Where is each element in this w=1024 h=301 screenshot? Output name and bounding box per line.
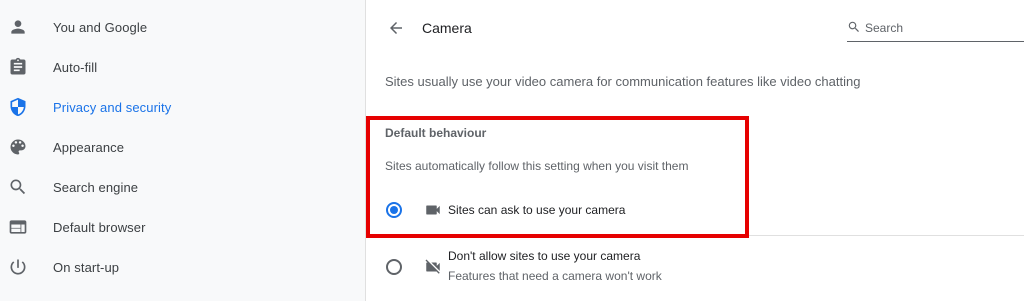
sidebar-item-you-and-google[interactable]: You and Google: [0, 7, 366, 47]
arrow-back-icon: [387, 19, 405, 37]
sidebar-item-label: On start-up: [53, 259, 120, 275]
palette-icon: [8, 137, 28, 157]
divider: [366, 235, 1024, 236]
sidebar: You and Google Auto-fill Privacy and sec…: [0, 0, 366, 301]
option-allow-ask[interactable]: Sites can ask to use your camera: [366, 198, 1024, 222]
page-title: Camera: [422, 20, 472, 36]
main-panel: Camera Sites usually use your video came…: [366, 0, 1024, 301]
sidebar-item-label: Auto-fill: [53, 59, 98, 75]
radio-button-allow[interactable]: [386, 202, 402, 218]
search-icon: [847, 20, 861, 34]
sidebar-item-auto-fill[interactable]: Auto-fill: [0, 47, 366, 87]
search-box[interactable]: [847, 18, 1024, 42]
option-label: Sites can ask to use your camera: [448, 203, 626, 217]
sidebar-item-default-browser[interactable]: Default browser: [0, 207, 366, 247]
sidebar-item-label: Search engine: [53, 179, 139, 195]
option-sublabel: Features that need a camera won't work: [448, 269, 662, 283]
option-label: Don't allow sites to use your camera: [448, 249, 641, 263]
radio-button-block[interactable]: [386, 259, 402, 275]
sidebar-item-label: You and Google: [53, 19, 148, 35]
videocam-off-icon: [424, 258, 442, 276]
clipboard-icon: [8, 57, 28, 77]
sidebar-item-on-start-up[interactable]: On start-up: [0, 247, 366, 287]
videocam-icon: [424, 201, 442, 219]
browser-icon: [8, 217, 28, 237]
sidebar-item-label: Appearance: [53, 139, 125, 155]
sidebar-item-search-engine[interactable]: Search engine: [0, 167, 366, 207]
search-input[interactable]: [865, 18, 1020, 38]
person-icon: [8, 17, 28, 37]
sidebar-item-label: Privacy and security: [53, 99, 172, 115]
back-button[interactable]: [384, 16, 408, 40]
section-subtitle: Sites automatically follow this setting …: [385, 159, 689, 173]
option-block[interactable]: Don't allow sites to use your camera Fea…: [366, 246, 1024, 290]
sidebar-item-label: Default browser: [53, 219, 146, 235]
section-title: Default behaviour: [385, 126, 487, 140]
shield-icon: [8, 97, 28, 117]
power-icon: [8, 257, 28, 277]
sidebar-item-appearance[interactable]: Appearance: [0, 127, 366, 167]
sidebar-item-privacy-and-security[interactable]: Privacy and security: [0, 87, 366, 127]
camera-description: Sites usually use your video camera for …: [385, 74, 861, 89]
search-icon: [8, 177, 28, 197]
